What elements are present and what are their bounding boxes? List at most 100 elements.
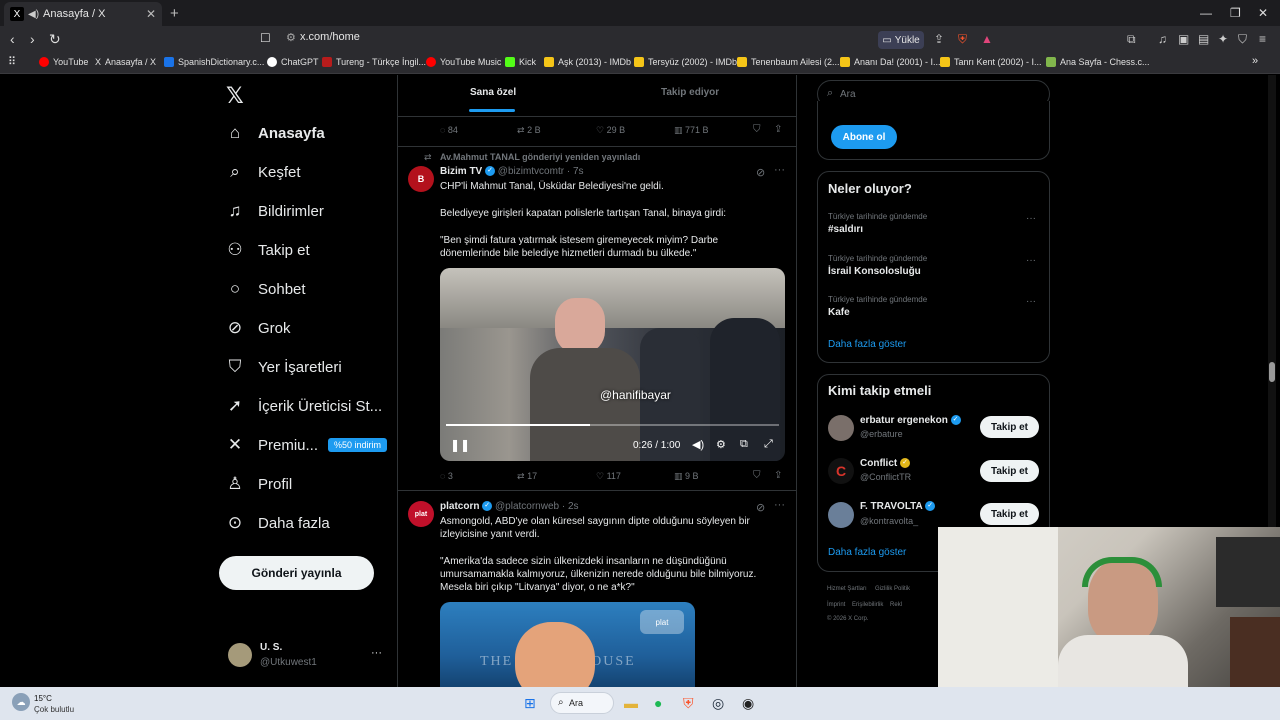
sidebar-item-premium[interactable]: ✕ Premiu... %50 indirim <box>226 435 388 455</box>
media-icon[interactable]: ♫ <box>1158 32 1167 46</box>
more-options-icon[interactable]: ··· <box>774 164 785 176</box>
sidebar-item-bookmarks[interactable]: ⛉ Yer İşaretleri <box>226 357 342 377</box>
bookmark-item[interactable]: YouTube Music <box>426 57 501 67</box>
views-action[interactable]: ▥ 771 B <box>674 125 709 136</box>
github-icon[interactable]: ◉ <box>742 695 754 712</box>
sidebar-item-explore[interactable]: ⌕ Keşfet <box>226 162 300 182</box>
author-name[interactable]: Bizim TV <box>440 166 482 177</box>
avatar[interactable]: B <box>408 166 434 192</box>
follow-name[interactable]: Conflict ✓ <box>860 458 910 469</box>
file-explorer-icon[interactable]: ▬ <box>624 695 638 711</box>
show-more-trends-link[interactable]: Daha fazla göster <box>828 339 906 350</box>
author-handle[interactable]: @bizimtvcomtr <box>498 166 564 177</box>
bookmark-item[interactable]: X Anasayfa / X <box>95 57 156 67</box>
forward-icon[interactable]: › <box>30 31 35 47</box>
sidebar-item-profile[interactable]: ♙ Profil <box>226 474 292 494</box>
maximize-icon[interactable]: ❐ <box>1230 6 1241 20</box>
bookmark-item[interactable]: Tureng - Türkçe İngil... <box>322 57 426 67</box>
bookmark-item[interactable]: Tersyüz (2002) - IMDb <box>634 57 737 67</box>
site-info-icon[interactable]: ⚙ <box>286 31 296 44</box>
trend-item[interactable]: Türkiye tarihinde gündemde Kafe <box>828 295 927 318</box>
sidebar-item-more[interactable]: ⊙ Daha fazla <box>226 513 330 533</box>
footer-link[interactable]: Gizlilik Politik <box>875 586 910 592</box>
wallet-icon[interactable]: ▤ <box>1198 32 1209 46</box>
screenshot-icon[interactable]: ⧉ <box>1127 32 1136 47</box>
show-more-follow-link[interactable]: Daha fazla göster <box>828 547 906 558</box>
weather-icon[interactable]: ☁ <box>12 693 30 711</box>
apps-icon[interactable]: ⠿ <box>8 55 16 68</box>
share-icon[interactable]: ⇪ <box>934 32 944 46</box>
leo-icon[interactable]: ✦ <box>1218 32 1228 46</box>
more-bookmarks-icon[interactable]: » <box>1252 55 1258 67</box>
avatar[interactable] <box>228 643 252 667</box>
footer-link[interactable]: İmprint <box>827 602 845 608</box>
tweet-image[interactable]: plat THE WHITE HOUSE <box>440 602 695 687</box>
steam-icon[interactable]: ◎ <box>712 695 724 712</box>
follow-button[interactable]: Takip et <box>980 460 1039 482</box>
sidebar-item-creator-studio[interactable]: ➚ İçerik Üreticisi St... <box>226 396 382 416</box>
bookmark-item[interactable]: ChatGPT <box>267 57 319 67</box>
bookmark-item[interactable]: Tenenbaum Ailesi (2... <box>737 57 840 67</box>
author-name[interactable]: platcorn <box>440 501 479 512</box>
spotify-icon[interactable]: ● <box>654 695 662 711</box>
x-logo-icon[interactable]: 𝕏 <box>226 83 244 109</box>
like-action[interactable]: ♡ 117 <box>596 471 621 482</box>
browser-tab[interactable]: X ◀) Anasayfa / X ✕ <box>4 2 162 26</box>
repost-action[interactable]: ⇄ 17 <box>517 471 537 482</box>
avatar[interactable] <box>828 502 854 528</box>
bookmark-icon[interactable]: ⛉ <box>753 124 761 135</box>
brave-rewards-icon[interactable]: ▲ <box>981 32 993 46</box>
tab-following[interactable]: Takip ediyor <box>661 87 719 98</box>
follow-button[interactable]: Takip et <box>980 416 1039 438</box>
follow-button[interactable]: Takip et <box>980 503 1039 525</box>
minimize-icon[interactable]: — <box>1200 6 1212 20</box>
reply-action[interactable]: ◌ 3 <box>440 471 453 481</box>
footer-link[interactable]: Hizmet Şartları <box>827 586 867 592</box>
post-button[interactable]: Gönderi yayınla <box>219 556 374 590</box>
bookmark-item[interactable]: Aşk (2013) - IMDb <box>544 57 631 67</box>
account-menu-icon[interactable]: ··· <box>371 647 382 659</box>
footer-link[interactable]: Erişilebilirlik <box>852 602 883 608</box>
subscribe-button[interactable]: Abone ol <box>831 125 897 149</box>
avatar[interactable]: plat <box>408 501 434 527</box>
pause-icon[interactable]: ❚❚ <box>450 438 470 452</box>
grok-icon[interactable]: ⊘ <box>756 166 765 179</box>
follow-name[interactable]: F. TRAVOLTA ✓ <box>860 501 936 512</box>
avatar[interactable]: C <box>828 458 854 484</box>
bookmark-item[interactable]: Tanrı Kent (2002) - I... <box>940 57 1042 67</box>
trend-more-icon[interactable]: ··· <box>1026 213 1036 224</box>
windows-start-icon[interactable]: ⊞ <box>524 695 536 712</box>
tweet-time[interactable]: · 7s <box>567 166 584 177</box>
trend-item[interactable]: Türkiye tarihinde gündemde #saldırı <box>828 212 927 235</box>
bookmark-item[interactable]: Ananı Da! (2001) - I... <box>840 57 941 67</box>
sidebar-item-chat[interactable]: ○ Sohbet <box>226 279 306 299</box>
footer-link[interactable]: Rekl <box>890 602 902 608</box>
close-tab-icon[interactable]: ✕ <box>146 7 156 21</box>
audio-icon[interactable]: ◀) <box>28 9 39 20</box>
reply-action[interactable]: ◌ 84 <box>440 125 458 135</box>
back-icon[interactable]: ‹ <box>10 31 15 47</box>
sidebar-item-home[interactable]: ⌂ Anasayfa <box>226 123 325 143</box>
upload-button[interactable]: ▭ Yükle <box>878 31 924 49</box>
avatar[interactable] <box>828 415 854 441</box>
share-icon[interactable]: ⇪ <box>774 470 782 481</box>
url-field[interactable]: x.com/home <box>300 31 360 43</box>
trend-item[interactable]: Türkiye tarihinde gündemde İsrail Konsol… <box>828 254 927 277</box>
taskbar-search[interactable]: ⌕ Ara <box>550 692 614 714</box>
scrollbar-thumb[interactable] <box>1269 362 1275 382</box>
share-icon[interactable]: ⇪ <box>774 124 782 135</box>
repost-action[interactable]: ⇄ 2 B <box>517 125 541 136</box>
author-handle[interactable]: @platcornweb <box>495 501 559 512</box>
fullscreen-icon[interactable]: ⤢ <box>764 438 773 451</box>
views-action[interactable]: ▥ 9 B <box>674 471 699 482</box>
more-options-icon[interactable]: ··· <box>774 499 785 511</box>
like-action[interactable]: ♡ 29 B <box>596 125 625 136</box>
reload-icon[interactable]: ↻ <box>49 31 61 48</box>
sidebar-icon[interactable]: ▣ <box>1178 32 1189 46</box>
volume-icon[interactable]: ◀) <box>692 438 704 451</box>
tweet-time[interactable]: · 2s <box>562 501 579 512</box>
follow-name[interactable]: erbatur ergenekon ✓ <box>860 415 961 426</box>
sidebar-item-follow[interactable]: ⚇ Takip et <box>226 240 309 260</box>
sidebar-item-notifications[interactable]: ♫ Bildirimler <box>226 201 324 221</box>
bookmark-item[interactable]: YouTube <box>39 57 88 67</box>
